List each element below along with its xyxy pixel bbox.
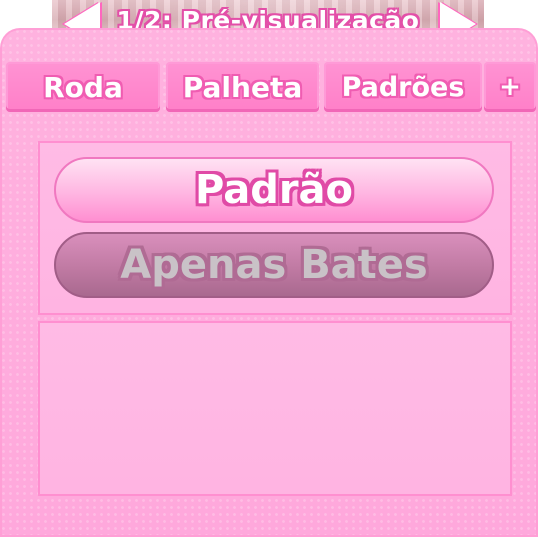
add-tab-button[interactable]: +	[484, 62, 536, 112]
content-frame	[38, 321, 512, 496]
beats-only-button[interactable]: Apenas Bates	[54, 232, 494, 298]
tab-padroes[interactable]: Padrões	[324, 62, 482, 112]
game-ui: 1/2: Pré-visualização Roda Palheta Padrõ…	[0, 0, 538, 537]
default-button[interactable]: Padrão	[54, 157, 494, 223]
tab-bar: Roda Palheta Padrões +	[6, 62, 538, 114]
tab-roda[interactable]: Roda	[6, 62, 160, 112]
tab-palheta[interactable]: Palheta	[166, 62, 319, 112]
